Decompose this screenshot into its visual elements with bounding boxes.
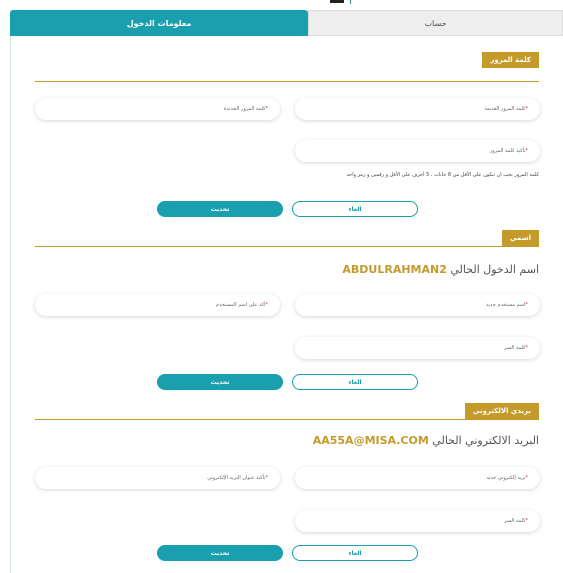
- section-badge-password: كلمة المرور: [482, 52, 539, 68]
- top-divider: [350, 0, 351, 4]
- username-password-field[interactable]: كلمة السر *: [295, 337, 540, 359]
- username-cancel-button[interactable]: الغاء: [292, 374, 418, 390]
- field-label: اسم مستخدم جديد: [486, 302, 526, 308]
- required-mark: *: [265, 475, 269, 481]
- field-label: تأكيد كلمة المرور: [489, 148, 526, 154]
- required-mark: *: [265, 302, 269, 308]
- username-update-button[interactable]: تحديث: [157, 374, 283, 390]
- required-mark: *: [525, 475, 529, 481]
- required-mark: *: [525, 518, 529, 524]
- email-password-field[interactable]: كلمة السر *: [295, 510, 540, 532]
- new-password-field[interactable]: كلمة المرور الجديدة *: [35, 98, 280, 120]
- field-label: أكد على اسم المستخدم: [215, 302, 266, 308]
- password-hint: كلمة المرور يجب ان تتكون على الأقل من 8 …: [346, 172, 539, 178]
- field-label: كلمة المرور الجديدة: [223, 106, 266, 112]
- password-update-button[interactable]: تحديث: [157, 201, 283, 217]
- field-label: تأكيد عنوان البريد الإلكتروني: [207, 475, 266, 481]
- required-mark: *: [525, 345, 529, 351]
- new-username-field[interactable]: اسم مستخدم جديد *: [295, 294, 540, 316]
- confirm-email-field[interactable]: تأكيد عنوان البريد الإلكتروني *: [35, 467, 280, 489]
- section-divider: [35, 419, 539, 420]
- email-update-button[interactable]: تحديث: [157, 545, 283, 561]
- tab-login-info[interactable]: معلومات الدخول: [10, 10, 308, 36]
- section-badge-email: بريدي الالكتروني: [464, 403, 539, 419]
- field-label: كلمة المرور القديمة: [484, 106, 526, 112]
- email-cancel-button[interactable]: الغاء: [292, 545, 418, 561]
- field-label: كلمة السر: [504, 345, 526, 351]
- field-label: بريد إلكتروني جديد: [486, 475, 526, 481]
- settings-panel: كلمة المرور كلمة المرور القديمة * كلمة ال…: [10, 36, 563, 573]
- confirm-username-field[interactable]: أكد على اسم المستخدم *: [35, 294, 280, 316]
- required-mark: *: [265, 106, 269, 112]
- current-username: اسم الدخول الحالي ABDULRAHMAN2: [342, 263, 539, 276]
- section-divider: [35, 246, 539, 247]
- old-password-field[interactable]: كلمة المرور القديمة *: [295, 98, 540, 120]
- section-divider: [35, 81, 539, 82]
- field-label: كلمة السر: [504, 518, 526, 524]
- current-username-label: اسم الدخول الحالي: [450, 263, 539, 276]
- required-mark: *: [525, 302, 529, 308]
- tab-bar: معلومات الدخول حساب: [10, 10, 563, 36]
- required-mark: *: [525, 148, 529, 154]
- new-email-field[interactable]: بريد إلكتروني جديد *: [295, 467, 540, 489]
- confirm-password-field[interactable]: تأكيد كلمة المرور *: [295, 140, 540, 162]
- tab-account[interactable]: حساب: [308, 10, 563, 36]
- password-cancel-button[interactable]: الغاء: [292, 201, 418, 217]
- current-email-label: البريد الالكتروني الحالي: [432, 434, 539, 447]
- required-mark: *: [525, 106, 529, 112]
- current-email-value: AA55A@MISA.COM: [312, 434, 429, 447]
- section-badge-username: اسمي: [501, 230, 539, 246]
- current-username-value: ABDULRAHMAN2: [342, 263, 447, 276]
- current-email: البريد الالكتروني الحالي AA55A@MISA.COM: [313, 434, 539, 447]
- top-dark-mark: [330, 0, 344, 3]
